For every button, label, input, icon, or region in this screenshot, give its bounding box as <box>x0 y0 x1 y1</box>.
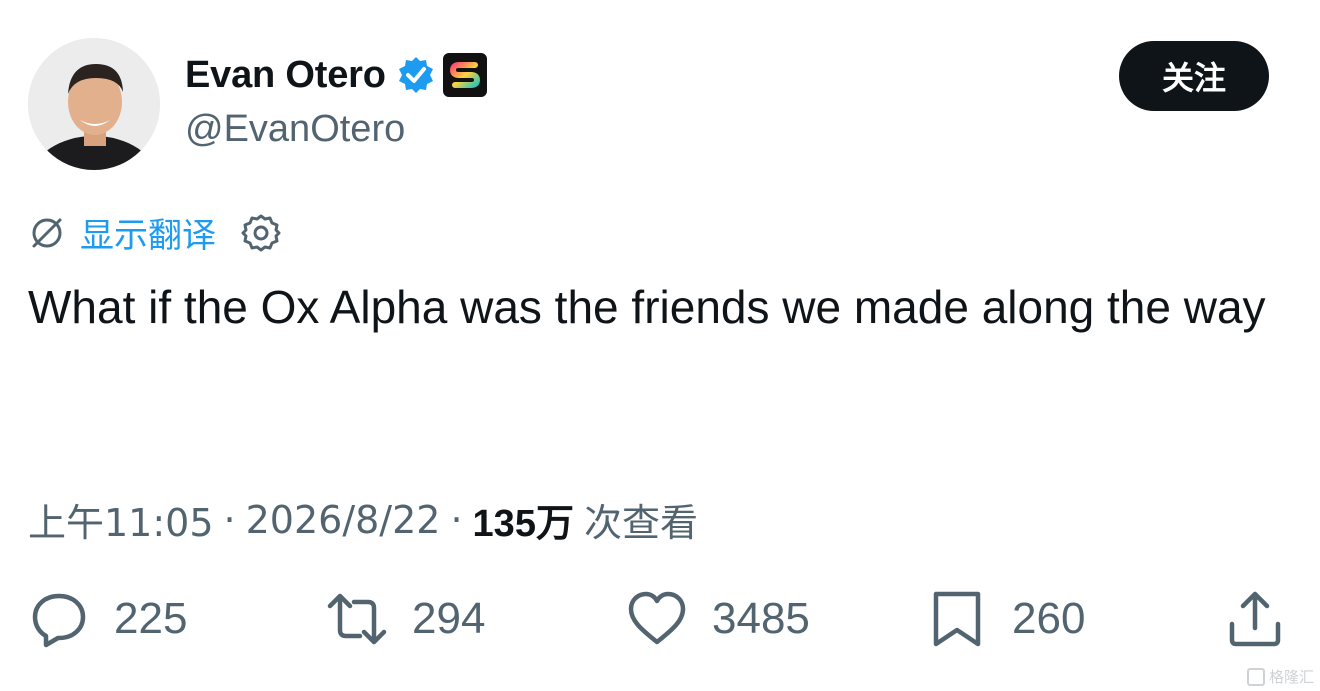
retweet-button[interactable]: 294 <box>326 588 485 650</box>
reply-icon <box>32 593 86 648</box>
author-handle[interactable]: @EvanOtero <box>185 108 405 151</box>
affiliate-logo-icon[interactable] <box>442 52 488 98</box>
avatar[interactable] <box>28 38 160 170</box>
meta-separator: · <box>223 497 236 542</box>
heart-icon <box>628 591 686 645</box>
gear-icon[interactable] <box>240 212 282 254</box>
bookmark-button[interactable]: 260 <box>926 588 1085 650</box>
tweet-date[interactable]: 2026/8/22 <box>246 498 441 542</box>
show-translation-link[interactable]: 显示翻译 <box>80 208 216 257</box>
views-count: 135万 <box>472 503 574 545</box>
follow-button[interactable]: 关注 <box>1119 41 1269 111</box>
reply-count: 225 <box>114 594 188 643</box>
tweet-meta: 上午11:05 · 2026/8/22 · 135万 次查看 <box>28 492 698 547</box>
watermark-logo-icon <box>1246 667 1265 686</box>
author-name-row: Evan Otero <box>185 52 488 98</box>
retweet-icon <box>327 593 387 645</box>
watermark-text: 格隆汇 <box>1268 668 1314 686</box>
retweet-count: 294 <box>412 594 486 643</box>
tweet-time[interactable]: 上午11:05 <box>28 492 214 547</box>
like-count: 3485 <box>712 594 810 643</box>
verified-badge-icon <box>398 57 433 93</box>
share-icon <box>1229 591 1281 647</box>
share-button[interactable] <box>1224 588 1286 650</box>
bookmark-count: 260 <box>1012 594 1086 643</box>
meta-separator: · <box>450 497 463 542</box>
tweet-text: What if the Ox Alpha was the friends we … <box>28 281 1266 333</box>
reply-button[interactable]: 225 <box>28 588 187 650</box>
translate-row: 显示翻译 <box>28 208 282 257</box>
watermark: 格隆汇 <box>1246 666 1314 687</box>
bookmark-icon <box>933 591 981 647</box>
author-display-name[interactable]: Evan Otero <box>185 54 386 97</box>
views-label: 次查看 <box>583 501 698 545</box>
like-button[interactable]: 3485 <box>626 588 810 650</box>
translate-globe-icon <box>32 218 62 247</box>
